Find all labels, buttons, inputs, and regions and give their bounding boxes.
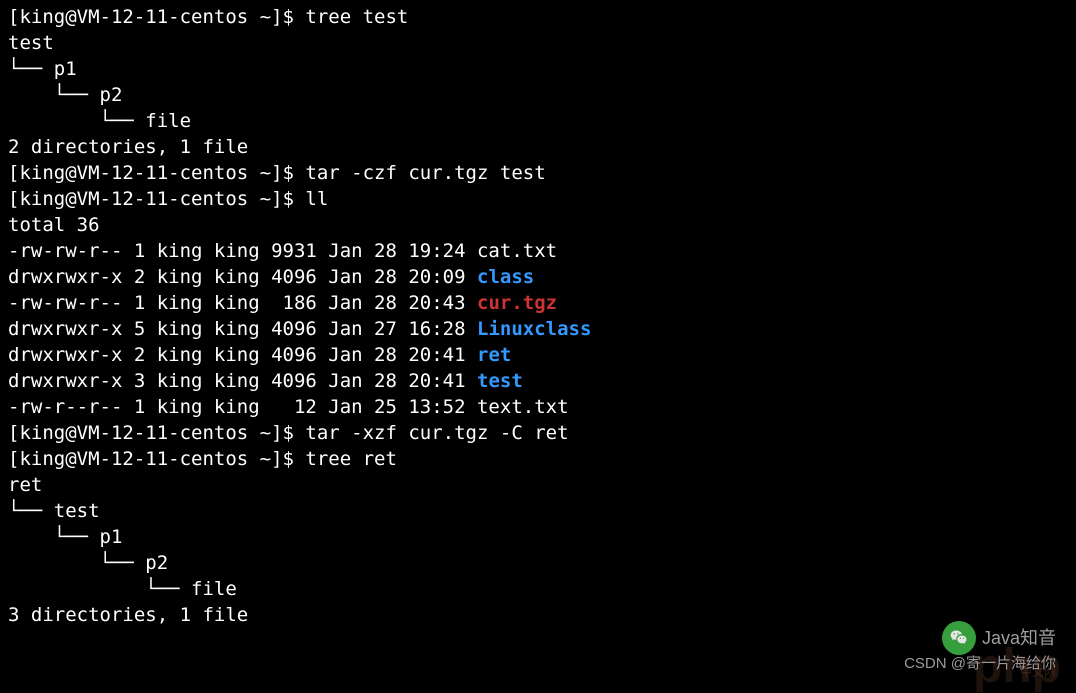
terminal-line: └── p2 [8,550,1068,576]
ll-row: -rw-rw-r-- 1 king king 186 Jan 28 20:43 … [8,290,1068,316]
prompt-line: [king@VM-12-11-centos ~]$ ll [8,186,1068,212]
prompt-line: [king@VM-12-11-centos ~]$ tar -xzf cur.t… [8,420,1068,446]
terminal-output: [king@VM-12-11-centos ~]$ tree testtest└… [8,4,1068,628]
prompt-line: [king@VM-12-11-centos ~]$ tree test [8,4,1068,30]
prompt-line: [king@VM-12-11-centos ~]$ tree ret [8,446,1068,472]
ll-row: drwxrwxr-x 2 king king 4096 Jan 28 20:41… [8,342,1068,368]
terminal-line: └── file [8,108,1068,134]
ll-row: drwxrwxr-x 5 king king 4096 Jan 27 16:28… [8,316,1068,342]
prompt-line: [king@VM-12-11-centos ~]$ tar -czf cur.t… [8,160,1068,186]
terminal-line: └── p2 [8,82,1068,108]
watermark-text: Java知音 [982,625,1056,651]
terminal-line: └── p1 [8,524,1068,550]
php-cn-text: 中文网 [1020,659,1056,685]
wechat-watermark: Java知音 [942,621,1056,655]
ll-row: -rw-rw-r-- 1 king king 9931 Jan 28 19:24… [8,238,1068,264]
terminal-line: total 36 [8,212,1068,238]
terminal-line: └── file [8,576,1068,602]
terminal-line: └── p1 [8,56,1068,82]
terminal-line: └── test [8,498,1068,524]
terminal-line: 2 directories, 1 file [8,134,1068,160]
ll-row: drwxrwxr-x 2 king king 4096 Jan 28 20:09… [8,264,1068,290]
terminal-line: 3 directories, 1 file [8,602,1068,628]
terminal-line: ret [8,472,1068,498]
ll-row: drwxrwxr-x 3 king king 4096 Jan 28 20:41… [8,368,1068,394]
ll-row: -rw-r--r-- 1 king king 12 Jan 25 13:52 t… [8,394,1068,420]
wechat-icon [942,621,976,655]
terminal-line: test [8,30,1068,56]
